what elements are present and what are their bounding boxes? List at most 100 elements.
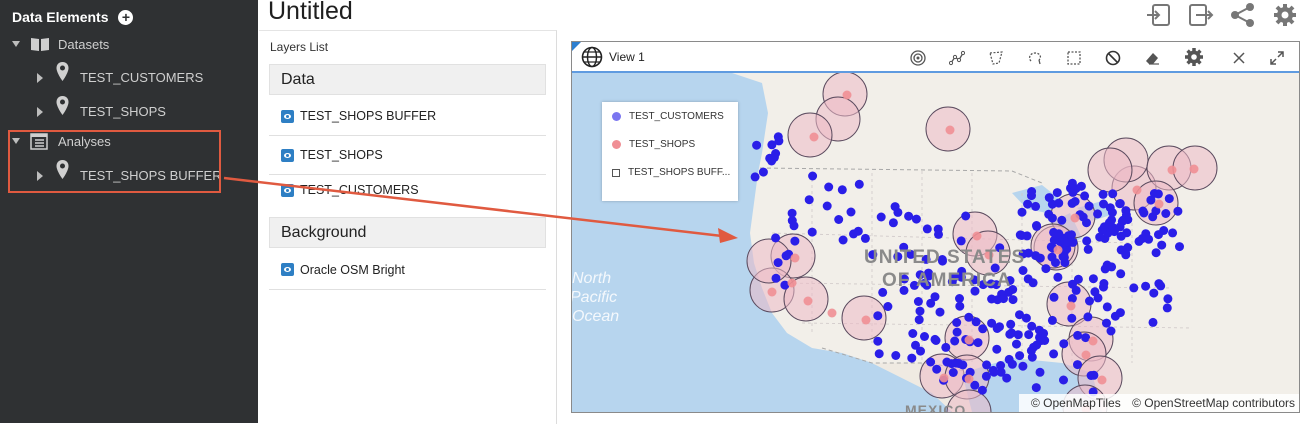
attribution-osm[interactable]: © OpenStreetMap contributors	[1132, 396, 1295, 410]
customer-point[interactable]	[920, 332, 929, 341]
customer-point[interactable]	[1044, 209, 1054, 219]
shop-point[interactable]	[803, 296, 813, 306]
shop-point[interactable]	[1154, 199, 1164, 209]
customer-point[interactable]	[1047, 315, 1057, 325]
customer-point[interactable]	[1088, 274, 1098, 284]
customer-point[interactable]	[904, 211, 914, 221]
customer-point[interactable]	[1093, 293, 1103, 303]
customer-point[interactable]	[1018, 361, 1028, 371]
customer-point[interactable]	[1144, 234, 1154, 244]
map-view[interactable]: View 1 North Pacific Ocean UNITED STATES…	[571, 41, 1300, 413]
shop-point[interactable]	[1066, 301, 1076, 311]
customer-point[interactable]	[951, 358, 961, 368]
customer-point[interactable]	[931, 336, 941, 345]
customer-point[interactable]	[1007, 359, 1017, 369]
customer-point[interactable]	[1027, 352, 1037, 362]
customer-point[interactable]	[891, 351, 901, 360]
customer-point[interactable]	[1107, 208, 1117, 217]
eraser-icon[interactable]	[1144, 50, 1160, 66]
customer-point[interactable]	[977, 385, 987, 395]
customer-point[interactable]	[941, 342, 951, 352]
customer-point[interactable]	[1163, 294, 1173, 304]
customer-point[interactable]	[1028, 278, 1038, 288]
customer-point[interactable]	[1082, 236, 1092, 246]
layer-row[interactable]: TEST_CUSTOMERS	[269, 175, 546, 197]
customer-point[interactable]	[1067, 198, 1077, 208]
shop-point[interactable]	[1081, 350, 1091, 360]
customer-point[interactable]	[1116, 269, 1126, 279]
customer-point[interactable]	[911, 214, 921, 224]
customer-point[interactable]	[1049, 349, 1059, 359]
import-icon[interactable]	[1145, 2, 1173, 28]
customer-point[interactable]	[1100, 264, 1110, 274]
buffer-circle[interactable]	[1087, 147, 1133, 193]
shop-point[interactable]	[972, 231, 982, 241]
shop-point[interactable]	[861, 315, 871, 325]
layer-group-background[interactable]: Background	[269, 217, 546, 248]
customer-point[interactable]	[1041, 264, 1051, 274]
customer-point[interactable]	[1044, 193, 1054, 203]
customer-point[interactable]	[952, 318, 962, 327]
customer-point[interactable]	[1106, 326, 1116, 336]
rectangle-select-icon[interactable]	[1066, 50, 1082, 66]
customer-point[interactable]	[932, 364, 942, 374]
customer-point[interactable]	[1108, 189, 1118, 199]
customer-point[interactable]	[1157, 240, 1167, 250]
customer-point[interactable]	[1053, 272, 1063, 282]
customer-point[interactable]	[1067, 313, 1077, 323]
shop-point[interactable]	[809, 132, 819, 142]
customer-point[interactable]	[1117, 216, 1127, 226]
shop-point[interactable]	[787, 278, 797, 288]
customer-point[interactable]	[1102, 302, 1112, 312]
customer-point[interactable]	[1013, 330, 1023, 340]
customer-point[interactable]	[1059, 375, 1068, 385]
customer-point[interactable]	[952, 327, 962, 337]
customer-point[interactable]	[876, 212, 886, 222]
customer-point[interactable]	[804, 195, 814, 205]
tree-item-test-customers[interactable]: TEST_CUSTOMERS	[0, 62, 258, 88]
close-icon[interactable]	[1231, 50, 1247, 66]
customer-point[interactable]	[758, 167, 768, 177]
shop-point[interactable]	[1132, 185, 1142, 195]
customer-point[interactable]	[890, 202, 900, 212]
expand-caret-icon[interactable]	[37, 73, 43, 83]
shop-point[interactable]	[790, 253, 800, 263]
customer-point[interactable]	[1089, 370, 1099, 380]
shop-point[interactable]	[1097, 375, 1107, 385]
tree-item-test-shops[interactable]: TEST_SHOPS	[0, 96, 258, 122]
customer-point[interactable]	[982, 360, 992, 370]
customer-point[interactable]	[849, 229, 858, 239]
customer-point[interactable]	[950, 336, 960, 346]
customer-point[interactable]	[926, 298, 936, 308]
attribution-tiles[interactable]: © OpenMapTiles	[1031, 396, 1121, 410]
customer-point[interactable]	[1071, 285, 1081, 295]
customer-point[interactable]	[1162, 303, 1172, 313]
customer-point[interactable]	[916, 346, 925, 356]
shop-point[interactable]	[842, 90, 852, 100]
clear-selection-icon[interactable]	[1105, 50, 1121, 66]
buffer-circle[interactable]	[746, 238, 792, 284]
customer-point[interactable]	[1022, 231, 1032, 241]
customer-point[interactable]	[1083, 312, 1093, 322]
customer-point[interactable]	[838, 235, 848, 245]
shop-point[interactable]	[964, 374, 974, 384]
customer-point[interactable]	[1017, 207, 1027, 217]
customer-point[interactable]	[1154, 230, 1163, 240]
customer-point[interactable]	[978, 324, 988, 334]
customer-point[interactable]	[837, 185, 847, 195]
customer-point[interactable]	[1032, 221, 1041, 230]
customer-point[interactable]	[1067, 294, 1077, 303]
customer-point[interactable]	[808, 171, 818, 181]
customer-point[interactable]	[834, 215, 844, 224]
customer-point[interactable]	[774, 136, 784, 146]
customer-point[interactable]	[883, 302, 893, 311]
customer-point[interactable]	[992, 344, 1002, 354]
customer-point[interactable]	[942, 357, 952, 367]
customer-point[interactable]	[1110, 311, 1120, 321]
customer-point[interactable]	[1005, 329, 1015, 339]
shop-point[interactable]	[1088, 336, 1098, 346]
shop-point[interactable]	[939, 373, 949, 383]
customer-point[interactable]	[888, 218, 898, 228]
customer-point[interactable]	[1021, 313, 1031, 323]
customer-point[interactable]	[1139, 208, 1149, 218]
